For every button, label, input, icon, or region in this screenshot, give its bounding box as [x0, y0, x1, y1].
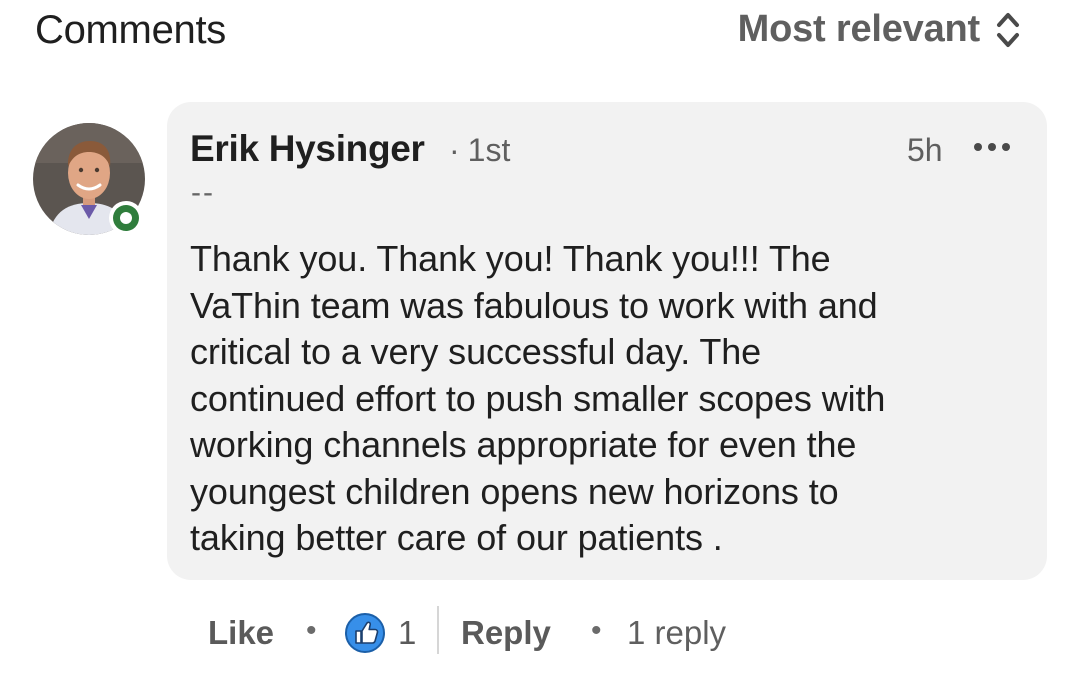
comments-header: Comments Most relevant [0, 0, 1080, 70]
separator-dot: • [591, 614, 602, 647]
online-status-ring [113, 205, 139, 231]
connection-degree: · 1st [449, 132, 510, 169]
online-status-icon [109, 201, 143, 235]
author-headline: -- [191, 176, 215, 209]
avatar[interactable] [33, 123, 145, 235]
online-status-dot [120, 212, 132, 224]
sort-label: Most relevant [737, 8, 981, 50]
connection-degree-label: 1st [467, 132, 511, 168]
comments-title: Comments [35, 8, 226, 52]
comment-body: Thank you. Thank you! Thank you!!! The V… [190, 238, 886, 558]
ellipsis-icon[interactable] [972, 140, 1012, 154]
reply-button[interactable]: Reply [461, 614, 551, 652]
reaction-count[interactable]: 1 [398, 614, 416, 652]
up-down-chevron-icon [997, 12, 1019, 47]
comment-actions: Like • 1 Reply • 1 reply [0, 600, 1080, 660]
thumbs-up-icon[interactable] [344, 612, 386, 654]
separator-dot: · [449, 132, 460, 168]
sort-dropdown[interactable]: Most relevant [738, 8, 1022, 51]
view-replies-link[interactable]: 1 reply [627, 614, 726, 652]
comment-author[interactable]: Erik Hysinger [190, 128, 425, 170]
comment-bubble: Erik Hysinger · 1st 5h -- Thank you. Than… [167, 102, 1047, 580]
like-button[interactable]: Like [208, 614, 274, 652]
actions-divider [437, 606, 439, 654]
separator-dot: • [306, 614, 317, 647]
comment-timestamp: 5h [907, 132, 943, 168]
